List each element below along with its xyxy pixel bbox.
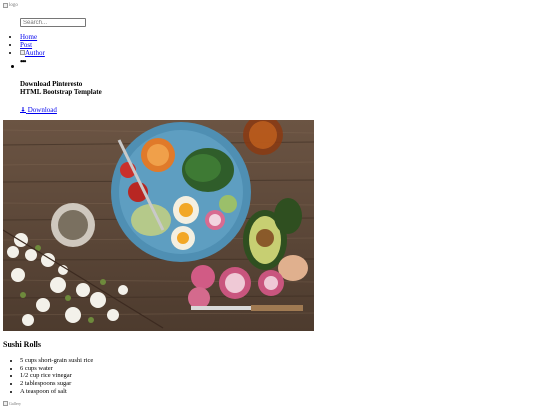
logo-alt-text: logo	[9, 3, 18, 8]
list-bullet	[11, 65, 14, 68]
nav-link-author[interactable]: Author	[20, 49, 45, 57]
main-nav: Home Post Author	[20, 33, 45, 57]
download-label: Download	[27, 106, 57, 114]
dropdown-title-line2: HTML Bootstrap Template	[20, 87, 102, 96]
list-item: 5 cups short-grain sushi rice	[20, 357, 93, 365]
download-link[interactable]: Download	[20, 106, 102, 114]
more-dots-icon[interactable]: •••	[20, 57, 26, 66]
ingredients-list: 5 cups short-grain sushi rice 6 cups wat…	[20, 357, 93, 396]
nav-item-home: Home	[20, 33, 45, 41]
broken-image-icon	[3, 3, 8, 8]
nav-more-item[interactable]: •••	[11, 57, 26, 71]
site-logo[interactable]: logo	[3, 3, 18, 8]
nav-link-post[interactable]: Post	[20, 41, 32, 49]
list-item: A teaspoon of salt	[20, 388, 93, 396]
broken-image-icon	[3, 401, 8, 406]
download-dropdown: Download Pinteresto HTML Bootstrap Templ…	[20, 80, 102, 114]
post-title: Sushi Rolls	[3, 340, 42, 349]
list-item: 6 cups water	[20, 365, 93, 373]
dropdown-title: Download Pinteresto HTML Bootstrap Templ…	[20, 80, 102, 96]
nav-link-home[interactable]: Home	[20, 33, 37, 41]
nav-item-post: Post	[20, 41, 45, 49]
list-item: 2 tablespoons sugar	[20, 380, 93, 388]
download-icon	[20, 107, 26, 113]
footer-image: Gallery	[3, 401, 21, 406]
search-input[interactable]	[20, 18, 86, 27]
nav-item-author: Author	[20, 49, 45, 57]
food-bowl-image	[3, 120, 314, 331]
post-image[interactable]	[3, 120, 314, 331]
footer-image-alt: Gallery	[9, 401, 21, 406]
list-item: 1/2 cup rice vinegar	[20, 372, 93, 380]
nav-author-label: Author	[25, 49, 45, 57]
